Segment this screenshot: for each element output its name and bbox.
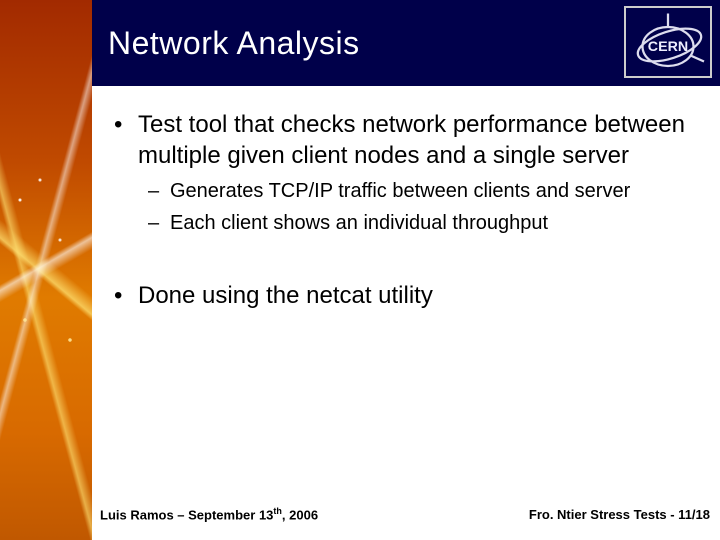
footer-author: Luis Ramos	[100, 507, 177, 522]
sidebar-decoration	[0, 0, 92, 540]
footer-date-post: , 2006	[282, 507, 318, 522]
footer-sep: –	[177, 507, 188, 522]
footer-date-sup: th	[273, 506, 282, 516]
cern-logo: CERN	[624, 6, 712, 78]
footer: Luis Ramos – September 13th, 2006 Fro. N…	[100, 506, 710, 522]
bullet-level2: Generates TCP/IP traffic between clients…	[100, 177, 700, 205]
slide-title: Network Analysis	[108, 25, 360, 62]
cern-logo-icon: CERN	[630, 12, 706, 72]
slide-body: Test tool that checks network performanc…	[100, 110, 700, 318]
footer-left: Luis Ramos – September 13th, 2006	[100, 506, 318, 522]
bullet-level1: Done using the netcat utility	[100, 281, 700, 312]
cern-logo-text: CERN	[648, 39, 688, 55]
slide: Network Analysis CERN Test tool that che…	[0, 0, 720, 540]
bullet-level1: Test tool that checks network performanc…	[100, 110, 700, 171]
footer-right: Fro. Ntier Stress Tests - 11/18	[529, 507, 710, 522]
bullet-level2: Each client shows an individual throughp…	[100, 209, 700, 237]
title-bar: Network Analysis CERN	[0, 0, 720, 86]
footer-date-pre: September 13	[188, 507, 273, 522]
